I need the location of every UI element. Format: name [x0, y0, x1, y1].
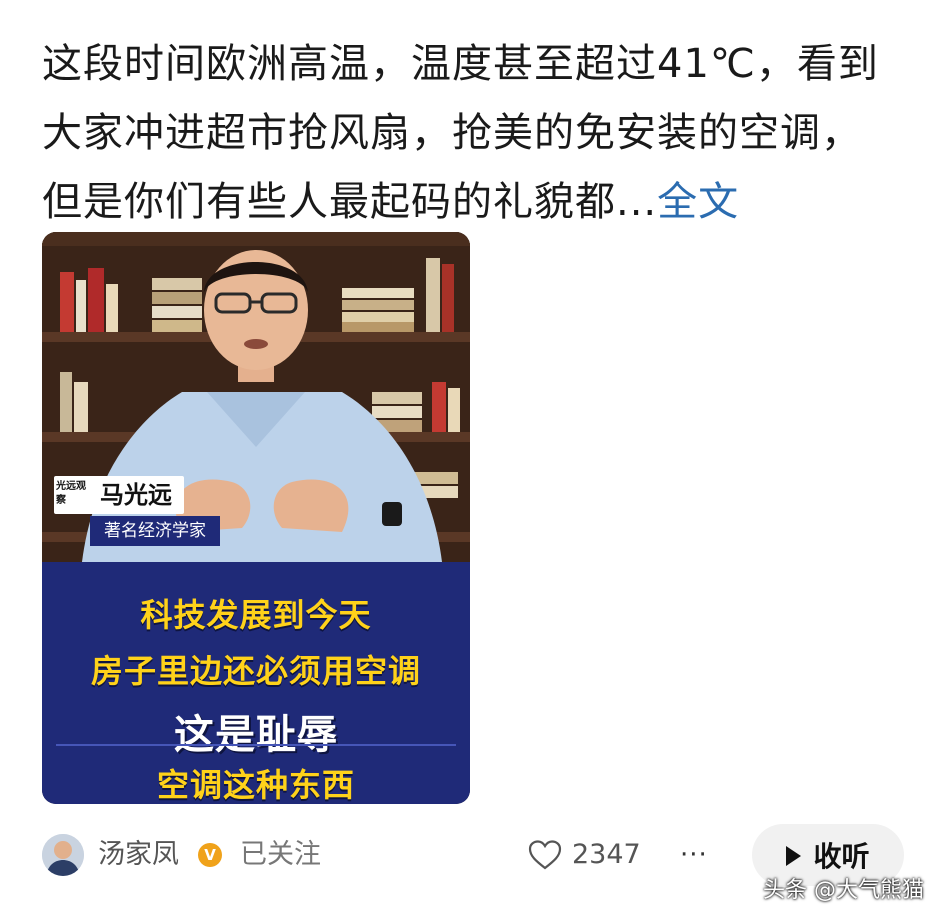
listen-label: 收听 [813, 840, 870, 873]
channel-logo: 光远观察 [56, 481, 86, 506]
caption-line: 空调这种东西 [156, 766, 355, 804]
caption-line: 房子里边还必须用空调 [90, 652, 421, 690]
heart-icon[interactable] [528, 840, 562, 870]
watermark: 头条 @大气熊猫 [763, 878, 924, 903]
more-options-icon[interactable]: ··· [680, 838, 708, 872]
full-text-link[interactable]: 全文 [657, 179, 739, 225]
caption-line-highlight: 这是耻辱 [174, 712, 338, 758]
play-icon [786, 846, 802, 866]
like-count: 2347 [572, 839, 641, 870]
author-name[interactable]: 汤家凤 [98, 836, 179, 874]
caption-divider [56, 744, 456, 746]
video-thumbnail[interactable]: 马光远 光远观察 著名经济学家 科技发展到今天 房子里边还必须用空调 这是耻辱 … [42, 232, 470, 804]
caption-line: 科技发展到今天 [140, 596, 372, 634]
post-text[interactable]: 这段时间欧洲高温，温度甚至超过41℃，看到大家冲进超市抢风扇，抢美的免安装的空调… [42, 30, 902, 237]
author-avatar[interactable] [42, 834, 84, 876]
follow-status[interactable]: 已关注 [240, 836, 321, 874]
post-body: 这段时间欧洲高温，温度甚至超过41℃，看到大家冲进超市抢风扇，抢美的免安装的空调… [42, 41, 879, 225]
speaker-title-tag: 著名经济学家 [90, 516, 220, 546]
verified-badge-icon: V [198, 843, 222, 867]
